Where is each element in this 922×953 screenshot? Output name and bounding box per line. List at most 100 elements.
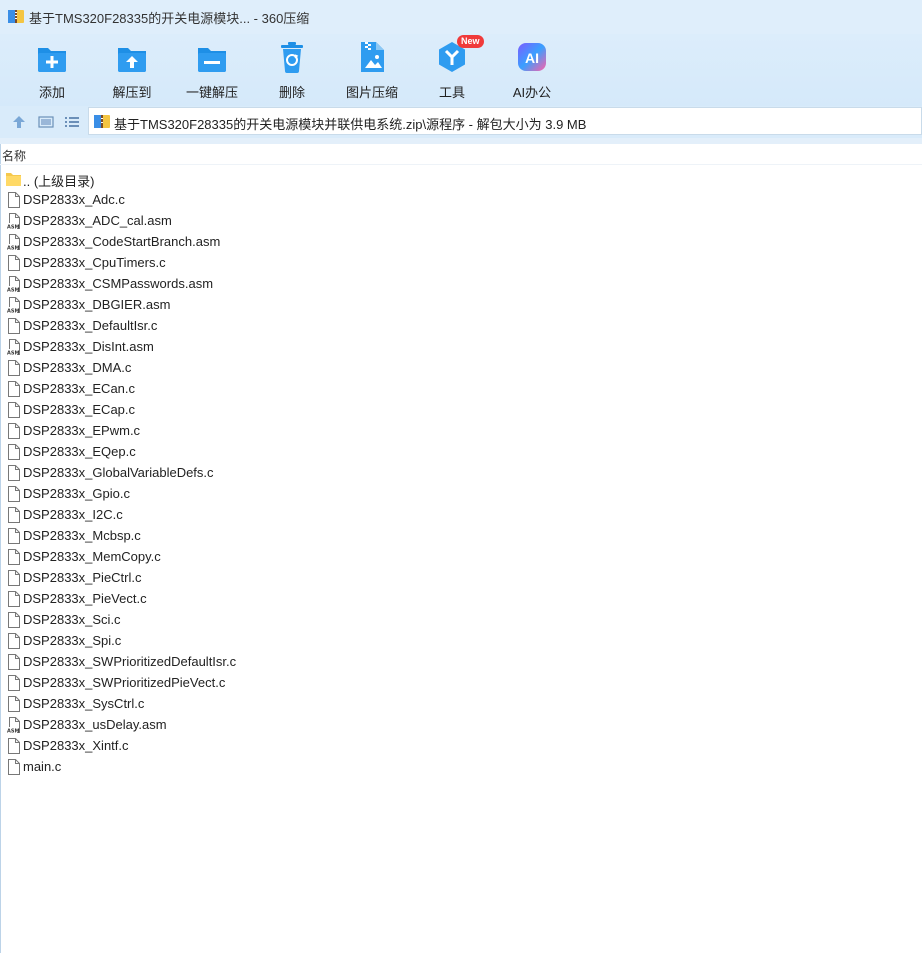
zip-archive-icon: [94, 115, 110, 128]
file-row[interactable]: ASM DSP2833x_ADC_cal.asm: [0, 210, 922, 231]
file-icon: [8, 423, 20, 439]
file-row[interactable]: DSP2833x_DefaultIsr.c: [0, 315, 922, 336]
file-icon: [8, 444, 20, 460]
header-divider: [0, 138, 922, 144]
file-icon: [8, 528, 20, 544]
svg-text:ASM: ASM: [7, 246, 19, 251]
file-row[interactable]: ASM DSP2833x_DisInt.asm: [0, 336, 922, 357]
toolbar: 添加 解压到 一键解压 删除 图片压缩 New 工具 AI AI办公: [0, 34, 922, 106]
file-name: DSP2833x_MemCopy.c: [23, 549, 161, 564]
file-name: DSP2833x_PieCtrl.c: [23, 570, 142, 585]
window-title: 基于TMS320F28335的开关电源模块... - 360压缩: [29, 11, 310, 26]
file-name: DSP2833x_SWPrioritizedDefaultIsr.c: [23, 654, 237, 669]
file-icon: [8, 549, 20, 565]
file-row[interactable]: ASM DSP2833x_DBGIER.asm: [0, 294, 922, 315]
file-row[interactable]: DSP2833x_ECap.c: [0, 399, 922, 420]
file-row[interactable]: DSP2833x_PieCtrl.c: [0, 567, 922, 588]
thumbnail-view-icon[interactable]: [38, 114, 54, 130]
file-icon: [8, 738, 20, 754]
zip-archive-icon: [8, 10, 24, 23]
asm-file-icon: ASM: [7, 339, 20, 355]
parent-directory-row[interactable]: .. (上级目录): [0, 168, 922, 189]
file-name: DSP2833x_CpuTimers.c: [23, 255, 166, 270]
file-name: DSP2833x_DBGIER.asm: [23, 297, 171, 312]
file-row[interactable]: ASM DSP2833x_CSMPasswords.asm: [0, 273, 922, 294]
extract-to-label: 解压到: [112, 85, 152, 100]
delete-label: 删除: [278, 85, 305, 100]
file-row[interactable]: DSP2833x_EPwm.c: [0, 420, 922, 441]
file-row[interactable]: main.c: [0, 756, 922, 777]
file-name: DSP2833x_DefaultIsr.c: [23, 318, 158, 333]
asm-file-icon: ASM: [7, 213, 20, 229]
file-name: DSP2833x_Mcbsp.c: [23, 528, 141, 543]
file-name: DSP2833x_CodeStartBranch.asm: [23, 234, 221, 249]
image-compress-button[interactable]: 图片压缩: [337, 38, 407, 100]
file-row[interactable]: DSP2833x_CpuTimers.c: [0, 252, 922, 273]
new-badge: New: [457, 35, 484, 48]
delete-button[interactable]: 删除: [257, 38, 327, 100]
file-row[interactable]: DSP2833x_Mcbsp.c: [0, 525, 922, 546]
file-name: DSP2833x_ADC_cal.asm: [23, 213, 172, 228]
one-click-extract-button[interactable]: 一键解压: [177, 38, 247, 100]
ai-office-icon: AI: [518, 43, 546, 71]
folder-icon: [6, 173, 21, 186]
file-row[interactable]: DSP2833x_MemCopy.c: [0, 546, 922, 567]
file-name: DSP2833x_usDelay.asm: [23, 717, 167, 732]
asm-file-icon: ASM: [7, 276, 20, 292]
file-row[interactable]: DSP2833x_PieVect.c: [0, 588, 922, 609]
file-row[interactable]: DSP2833x_EQep.c: [0, 441, 922, 462]
file-row[interactable]: DSP2833x_Sci.c: [0, 609, 922, 630]
file-name: DSP2833x_CSMPasswords.asm: [23, 276, 214, 291]
image-compress-icon: [361, 42, 384, 72]
file-row[interactable]: DSP2833x_DMA.c: [0, 357, 922, 378]
file-row[interactable]: DSP2833x_SWPrioritizedPieVect.c: [0, 672, 922, 693]
ai-icon-text: AI: [525, 50, 539, 66]
file-icon: [8, 360, 20, 376]
file-row[interactable]: DSP2833x_SysCtrl.c: [0, 693, 922, 714]
asm-file-icon: ASM: [7, 234, 20, 250]
list-view-icon[interactable]: [64, 114, 80, 130]
file-name: DSP2833x_EPwm.c: [23, 423, 141, 438]
file-icon: [8, 255, 20, 271]
file-icon: [8, 675, 20, 691]
asm-file-icon: ASM: [7, 297, 20, 313]
file-row[interactable]: DSP2833x_SWPrioritizedDefaultIsr.c: [0, 651, 922, 672]
svg-text:ASM: ASM: [7, 729, 19, 734]
file-icon: [8, 381, 20, 397]
file-icon: [8, 591, 20, 607]
file-icon: [8, 696, 20, 712]
title-bar: 基于TMS320F28335的开关电源模块... - 360压缩: [0, 0, 922, 34]
file-row[interactable]: DSP2833x_ECan.c: [0, 378, 922, 399]
delete-icon: [281, 42, 303, 73]
file-row[interactable]: DSP2833x_Spi.c: [0, 630, 922, 651]
extract-to-icon: [118, 48, 146, 72]
file-icon: [8, 654, 20, 670]
svg-text:ASM: ASM: [7, 309, 19, 314]
file-row[interactable]: DSP2833x_I2C.c: [0, 504, 922, 525]
file-icon: [8, 759, 20, 775]
svg-text:ASM: ASM: [7, 288, 19, 293]
column-header-name[interactable]: 名称: [2, 147, 26, 164]
add-button[interactable]: 添加: [17, 38, 87, 100]
path-field[interactable]: 基于TMS320F28335的开关电源模块并联供电系统.zip\源程序 - 解包…: [88, 107, 922, 135]
file-row[interactable]: DSP2833x_Adc.c: [0, 189, 922, 210]
tools-button[interactable]: New 工具: [417, 35, 487, 100]
file-name: DSP2833x_ECan.c: [23, 381, 136, 396]
file-row[interactable]: ASM DSP2833x_usDelay.asm: [0, 714, 922, 735]
ai-office-button[interactable]: AI AI办公: [497, 38, 567, 100]
ai-office-label: AI办公: [512, 85, 552, 100]
file-name: DSP2833x_I2C.c: [23, 507, 123, 522]
file-row[interactable]: DSP2833x_Xintf.c: [0, 735, 922, 756]
file-icon: [8, 318, 20, 334]
svg-text:ASM: ASM: [7, 225, 19, 230]
file-name: DSP2833x_Sci.c: [23, 612, 121, 627]
file-icon: [8, 507, 20, 523]
file-row[interactable]: DSP2833x_GlobalVariableDefs.c: [0, 462, 922, 483]
extract-to-button[interactable]: 解压到: [97, 38, 167, 100]
address-bar: 基于TMS320F28335的开关电源模块并联供电系统.zip\源程序 - 解包…: [0, 106, 922, 138]
file-row[interactable]: ASM DSP2833x_CodeStartBranch.asm: [0, 231, 922, 252]
file-name: DSP2833x_DisInt.asm: [23, 339, 154, 354]
file-row[interactable]: DSP2833x_Gpio.c: [0, 483, 922, 504]
one-click-extract-label: 一键解压: [185, 85, 238, 100]
up-arrow-icon[interactable]: [11, 114, 27, 130]
